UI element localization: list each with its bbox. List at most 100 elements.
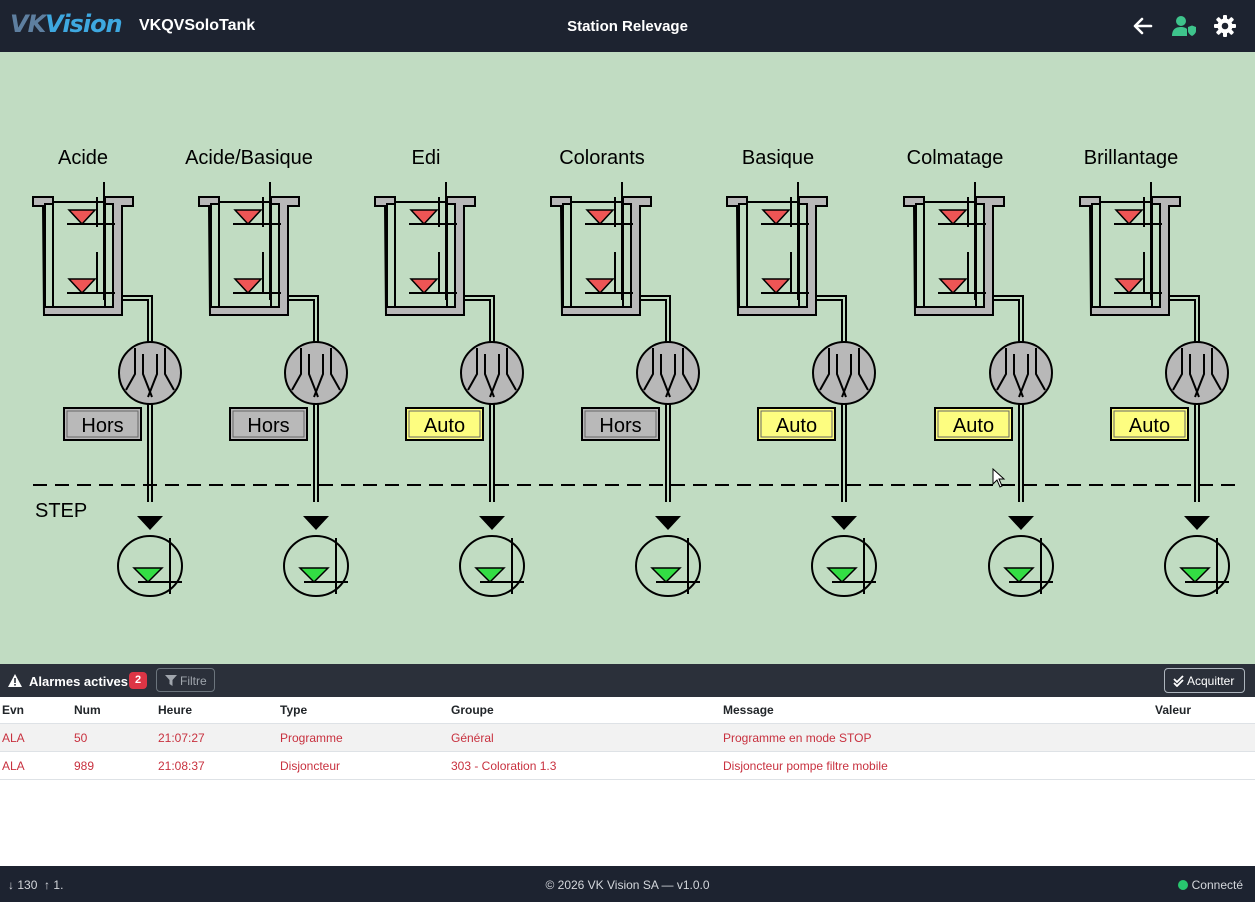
column-header[interactable]: Message: [721, 697, 1153, 724]
mode-button[interactable]: Hors: [63, 407, 142, 441]
tank-icon: Auto: [374, 182, 525, 597]
copyright: © 2026 VK Vision SA — v1.0.0: [545, 878, 710, 892]
alarm-cell: 50: [72, 723, 156, 752]
tank-unit: Basique Auto: [726, 147, 877, 597]
synoptic-canvas: STEP AcideHorsAcide/BasiqueHorsEdiAutoCo…: [32, 147, 1237, 597]
alarm-cell: Programme: [278, 723, 449, 752]
sump-icon: [988, 535, 1054, 597]
alarm-panel-header: Alarmes actives 2 Filtre Acquitter: [0, 664, 1255, 697]
sump-icon: [635, 535, 701, 597]
alarm-cell: [1153, 723, 1255, 752]
alarm-cell: Disjoncteur pompe filtre mobile: [721, 751, 1153, 780]
filter-icon: [165, 675, 177, 686]
alarm-row[interactable]: ALA 989 21:08:37 Disjoncteur 303 - Coloratio…: [0, 751, 1255, 780]
sump-icon: [459, 535, 525, 597]
user-shield-icon[interactable]: [1172, 14, 1196, 38]
flow-arrow-icon: [655, 516, 681, 530]
sump-icon: [283, 535, 349, 597]
tank-icon: Hors: [32, 182, 183, 597]
tank-unit: Colmatage Auto: [903, 147, 1054, 597]
alarm-panel-title: Alarmes actives: [29, 674, 129, 689]
flow-arrow-icon: [831, 516, 857, 530]
status-footer: ↓ 130 ↑ 1. © 2026 VK Vision SA — v1.0.0 …: [0, 866, 1255, 902]
tank-icon: Auto: [903, 182, 1054, 597]
tank-unit: Acide/Basique Hors: [185, 147, 349, 597]
tank-icon: Auto: [1079, 182, 1230, 597]
acknowledge-button[interactable]: Acquitter: [1164, 668, 1245, 693]
alarm-table-header: Evn Num Heure Type Groupe Message Valeur: [0, 697, 1255, 724]
flow-arrow-icon: [1184, 516, 1210, 530]
pump-icon[interactable]: [284, 341, 348, 405]
column-header[interactable]: Groupe: [449, 697, 721, 724]
filter-button[interactable]: Filtre: [156, 668, 215, 692]
sump-icon: [1164, 535, 1230, 597]
alarm-cell: Programme en mode STOP: [721, 723, 1153, 752]
flow-arrow-icon: [479, 516, 505, 530]
tank-label: Brillantage: [1084, 147, 1179, 169]
column-header[interactable]: Evn: [0, 697, 72, 724]
column-header[interactable]: Type: [278, 697, 449, 724]
mode-label: Auto: [776, 415, 817, 437]
pump-icon[interactable]: [812, 341, 876, 405]
tank-unit: Edi Auto: [374, 147, 525, 597]
tank-label: Colorants: [559, 147, 645, 169]
mode-label: Auto: [1129, 415, 1170, 437]
mode-button[interactable]: Auto: [405, 407, 484, 441]
tank-label: Acide: [58, 147, 108, 169]
alarm-cell: 303 - Coloration 1.3: [449, 751, 721, 780]
tank-label: Basique: [742, 147, 814, 169]
mode-label: Auto: [953, 415, 994, 437]
connection-status: Connecté: [1177, 878, 1243, 892]
flow-arrow-icon: [303, 516, 329, 530]
alarm-cell: 21:07:27: [156, 723, 278, 752]
tank-unit: Acide Hors: [32, 147, 183, 597]
alarm-cell: 989: [72, 751, 156, 780]
status-dot-icon: [1177, 880, 1188, 890]
pump-icon[interactable]: [636, 341, 700, 405]
sump-icon: [117, 535, 183, 597]
tank-label: Acide/Basique: [185, 147, 313, 169]
tank-label: Edi: [412, 147, 441, 169]
arrow-left-icon[interactable]: [1131, 14, 1155, 38]
mode-label: Hors: [247, 415, 289, 437]
alarm-cell: ALA: [0, 723, 72, 752]
top-bar: VKVision VKQVSoloTank Station Relevage: [0, 0, 1255, 52]
tank-icon: Auto: [726, 182, 877, 597]
filter-button-label: Filtre: [180, 674, 207, 688]
alarm-cell: Disjoncteur: [278, 751, 449, 780]
double-check-icon: [1173, 675, 1184, 687]
alarm-cell: Général: [449, 723, 721, 752]
mode-label: Hors: [81, 415, 123, 437]
flow-arrow-icon: [1008, 516, 1034, 530]
mouse-cursor-icon: [992, 468, 1006, 488]
column-header[interactable]: Heure: [156, 697, 278, 724]
gear-icon[interactable]: [1213, 14, 1237, 38]
pump-icon[interactable]: [118, 341, 182, 405]
alarm-row[interactable]: ALA 50 21:07:27 Programme Général Programme e…: [0, 723, 1255, 752]
alarm-table: Evn Num Heure Type Groupe Message Valeur ALA 50…: [0, 697, 1255, 780]
acknowledge-button-label: Acquitter: [1187, 674, 1235, 688]
connection-status-label: Connecté: [1191, 878, 1243, 892]
pump-icon[interactable]: [989, 341, 1053, 405]
tank-icon: Hors: [550, 182, 701, 597]
step-label: STEP: [35, 500, 87, 522]
tank-label: Colmatage: [907, 147, 1004, 169]
mode-button[interactable]: Hors: [581, 407, 660, 441]
column-header[interactable]: Num: [72, 697, 156, 724]
mode-label: Hors: [599, 415, 641, 437]
station-synoptic: STEP Acide Hors Acide/Basique Hors Edi Auto Co…: [0, 52, 1255, 664]
pump-icon[interactable]: [460, 341, 524, 405]
tank-unit: Brillantage Auto: [1079, 147, 1230, 597]
mode-button[interactable]: Auto: [934, 407, 1013, 441]
alarm-panel: Alarmes actives 2 Filtre Acquitter Evn Nu…: [0, 664, 1255, 866]
alarm-cell: ALA: [0, 751, 72, 780]
column-header[interactable]: Valeur: [1153, 697, 1255, 724]
sump-icon: [811, 535, 877, 597]
alarm-count-badge: 2: [129, 672, 147, 689]
mode-label: Auto: [424, 415, 465, 437]
mode-button[interactable]: Hors: [229, 407, 308, 441]
warning-icon: [8, 674, 22, 687]
mode-button[interactable]: Auto: [1110, 407, 1189, 441]
mode-button[interactable]: Auto: [757, 407, 836, 441]
pump-icon[interactable]: [1165, 341, 1229, 405]
